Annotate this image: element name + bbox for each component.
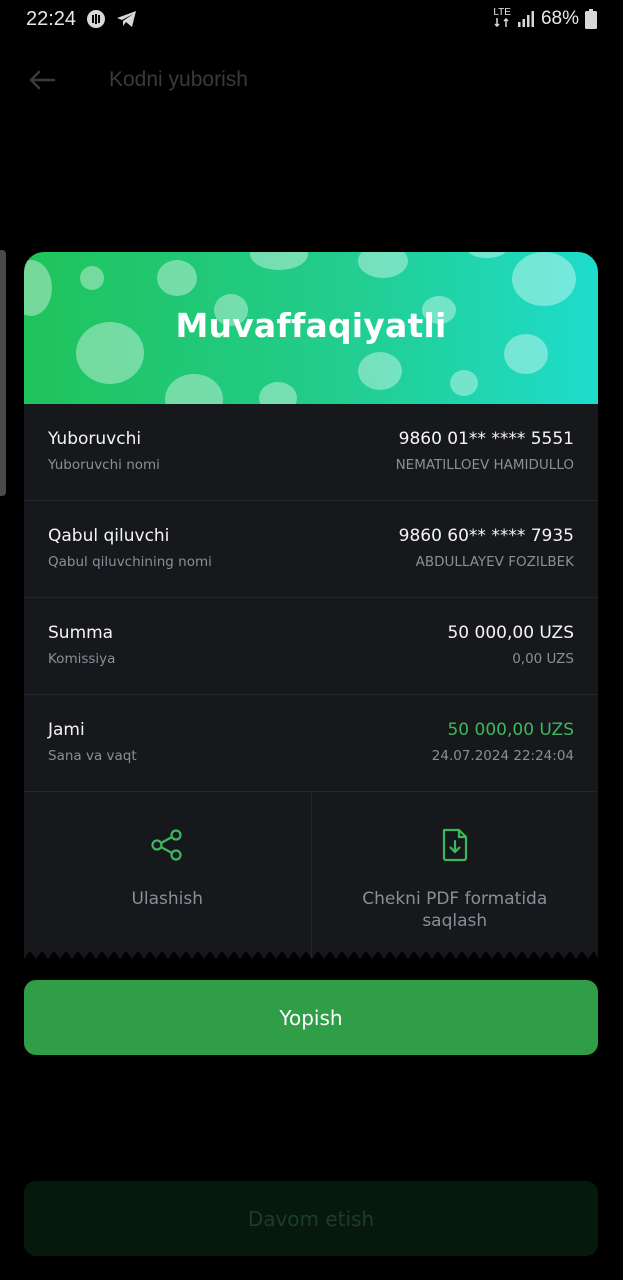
commission-value: 0,00 UZS [512, 651, 574, 667]
status-bar: 22:24 LTE 68% [0, 0, 623, 38]
page-title: Kodni yuborish [109, 68, 248, 91]
receipt-zigzag-edge [24, 951, 598, 961]
commission-label: Komissiya [48, 651, 116, 667]
decor-bubble [512, 252, 576, 306]
battery-percent: 68% [540, 8, 579, 29]
save-pdf-button[interactable]: Chekni PDF formatida saqlash [310, 792, 599, 960]
lte-indicator: LTE [493, 8, 511, 30]
amount-label: Summa [48, 623, 114, 643]
decor-bubble [250, 252, 308, 270]
share-label: Ulashish [131, 889, 204, 909]
sender-card-number: 9860 01** **** 5551 [398, 429, 574, 449]
amount-row: Summa 50 000,00 UZS Komissiya 0,00 UZS [24, 598, 598, 695]
total-row: Jami 50 000,00 UZS Sana va vaqt 24.07.20… [24, 695, 598, 792]
decor-bubble [358, 252, 408, 278]
decor-bubble [358, 352, 402, 390]
decor-bubble [450, 370, 478, 396]
receipt-card: Muvaffaqiyatli Yuboruvchi 9860 01** ****… [24, 252, 598, 964]
amount-value: 50 000,00 UZS [447, 623, 574, 643]
receiver-label: Qabul qiluvchi [48, 526, 170, 546]
decor-bubble [157, 260, 197, 296]
receiver-row: Qabul qiluvchi 9860 60** **** 7935 Qabul… [24, 501, 598, 598]
decor-bubble [259, 382, 297, 404]
decor-bubble [165, 374, 223, 404]
total-value: 50 000,00 UZS [447, 720, 574, 740]
total-label: Jami [48, 720, 85, 740]
success-banner: Muvaffaqiyatli [24, 252, 598, 404]
pdf-download-icon [440, 828, 470, 866]
save-pdf-label: Chekni PDF formatida saqlash [362, 889, 548, 931]
continue-button[interactable]: Davom etish [24, 1181, 598, 1256]
decor-bubble [468, 252, 506, 258]
receiver-name: ABDULLAYEV FOZILBEK [415, 554, 574, 570]
close-button[interactable]: Yopish [24, 980, 598, 1055]
receipt-actions: Ulashish Chekni PDF formatida saqlash [24, 792, 599, 961]
edge-panel-handle[interactable] [0, 250, 6, 496]
decor-bubble [80, 266, 104, 290]
app-header: Kodni yuborish [0, 56, 623, 104]
share-button[interactable]: Ulashish [24, 792, 311, 960]
signal-icon [517, 10, 535, 28]
success-title: Muvaffaqiyatli [175, 306, 447, 345]
sender-name: NEMATILLOEV HAMIDULLO [395, 457, 574, 473]
sender-name-label: Yuboruvchi nomi [48, 457, 160, 473]
receiver-card-number: 9860 60** **** 7935 [398, 526, 574, 546]
status-time: 22:24 [26, 7, 77, 30]
network-type: LTE [493, 7, 511, 18]
podcast-app-icon [86, 9, 106, 29]
share-icon [150, 828, 184, 866]
telegram-icon [116, 9, 138, 29]
sender-row: Yuboruvchi 9860 01** **** 5551 Yuboruvch… [24, 404, 598, 501]
datetime-label: Sana va vaqt [48, 748, 137, 764]
battery-icon [585, 9, 597, 29]
back-arrow-icon[interactable] [28, 66, 56, 94]
transfer-details: Yuboruvchi 9860 01** **** 5551 Yuboruvch… [24, 404, 598, 792]
receiver-name-label: Qabul qiluvchining nomi [48, 554, 212, 570]
datetime-value: 24.07.2024 22:24:04 [431, 748, 574, 764]
sender-label: Yuboruvchi [48, 429, 142, 449]
